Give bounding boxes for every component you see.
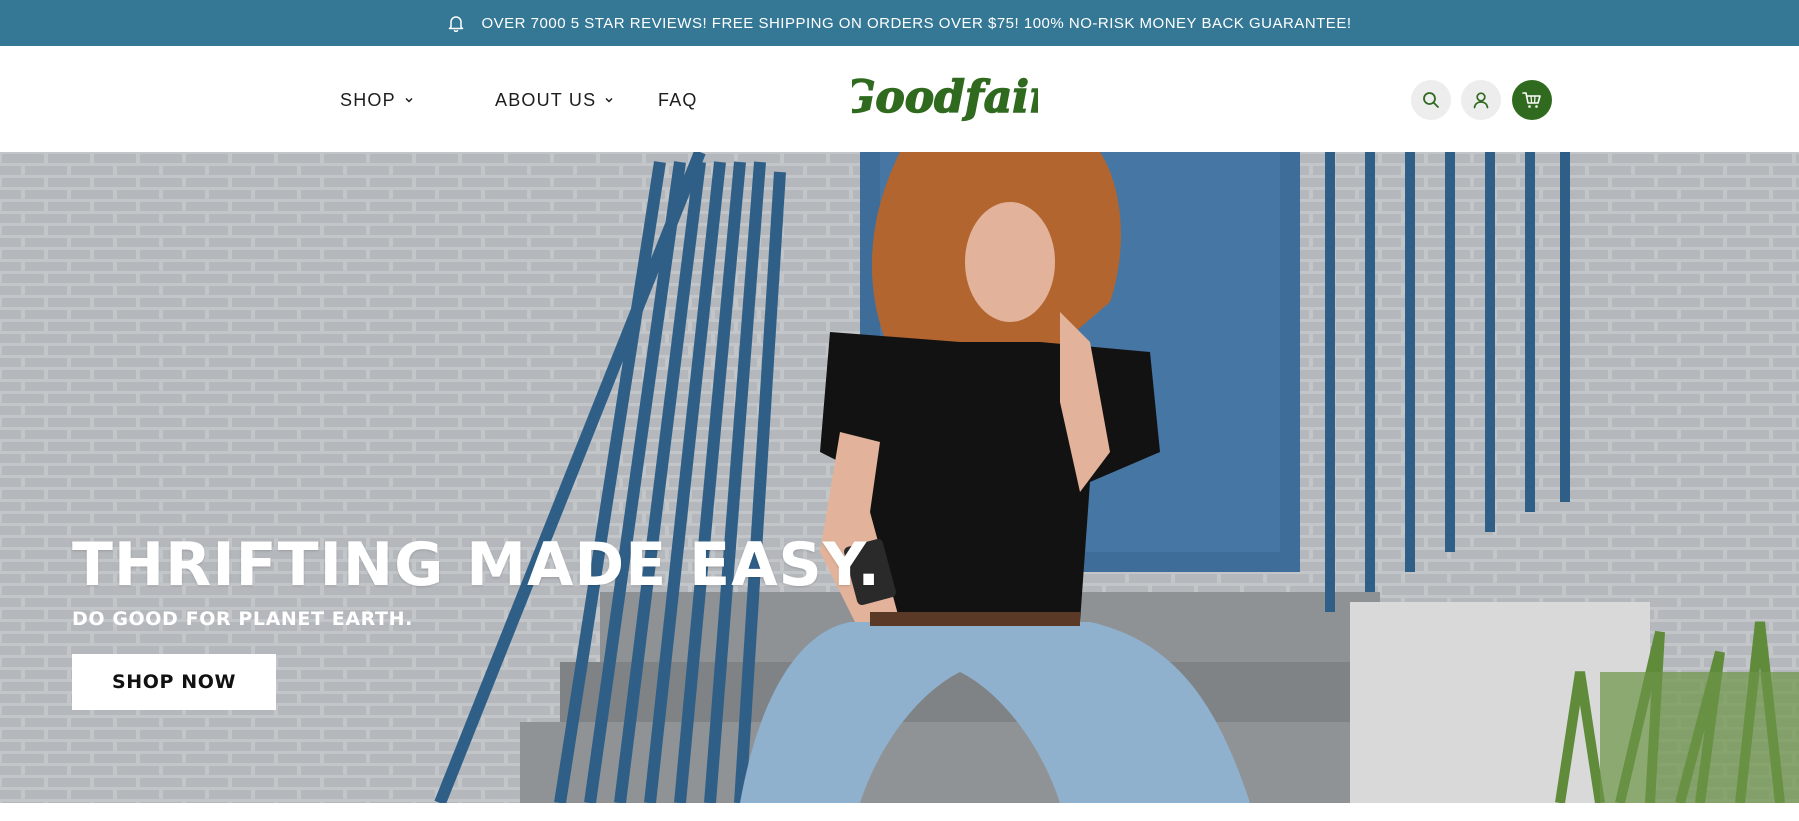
chevron-down-icon (604, 95, 614, 105)
shop-now-button[interactable]: SHOP NOW (72, 654, 276, 710)
announcement-text: OVER 7000 5 STAR REVIEWS! FREE SHIPPING … (481, 14, 1352, 32)
nav-about-us[interactable]: ABOUT US (495, 88, 614, 112)
hero-subtitle: DO GOOD FOR PLANET EARTH. (72, 608, 413, 630)
hero-banner: THRIFTING MADE EASY. DO GOOD FOR PLANET … (0, 152, 1799, 803)
chevron-down-icon (404, 95, 414, 105)
nav-shop-label: SHOP (340, 89, 396, 110)
nav-faq[interactable]: FAQ (658, 88, 698, 112)
user-icon (1473, 92, 1489, 109)
bell-icon (447, 14, 465, 32)
search-icon (1423, 92, 1439, 108)
goodfair-logo[interactable]: Goodfair (852, 70, 1038, 126)
hero-title: THRIFTING MADE EASY. (72, 530, 882, 600)
nav-about-label: ABOUT US (495, 89, 597, 110)
svg-text:Goodfair: Goodfair (852, 72, 1038, 123)
page-bottom (0, 803, 1799, 821)
account-button[interactable] (1461, 80, 1501, 120)
site-header: SHOP ABOUT US FAQ Goodfair (0, 46, 1799, 152)
cart-button[interactable] (1512, 80, 1552, 120)
logo-wordmark: Goodfair (852, 71, 1038, 124)
nav-shop[interactable]: SHOP (340, 88, 414, 112)
search-button[interactable] (1411, 80, 1451, 120)
announcement-bar: OVER 7000 5 STAR REVIEWS! FREE SHIPPING … (0, 0, 1799, 46)
cart-icon (1522, 92, 1541, 108)
nav-faq-label: FAQ (658, 89, 698, 110)
